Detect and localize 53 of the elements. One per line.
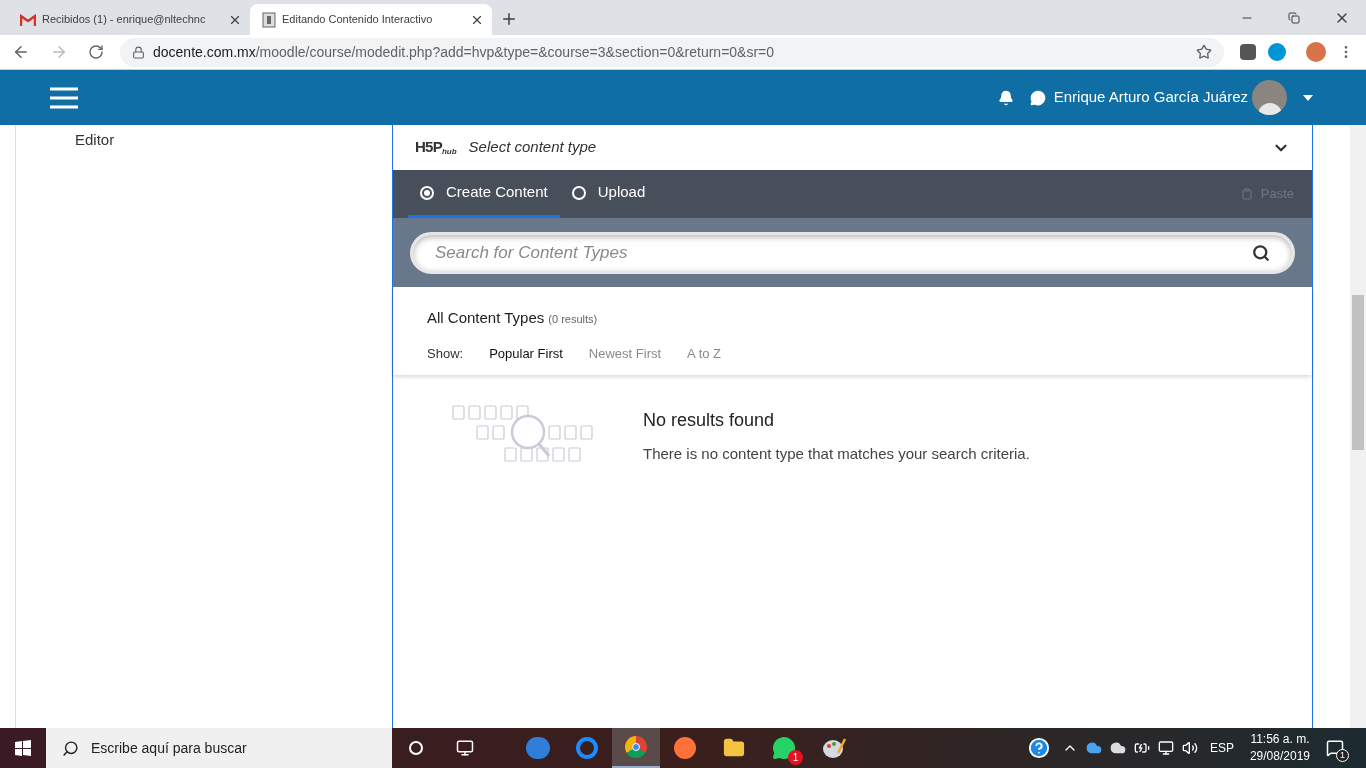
hub-tab[interactable]: Upload — [559, 170, 658, 218]
notification-badge: 1 — [788, 750, 803, 765]
windows-icon — [15, 740, 31, 756]
user-avatar[interactable] — [1252, 80, 1287, 115]
messages-icon[interactable] — [1029, 89, 1046, 106]
hub-title: Select content type — [468, 137, 597, 158]
user-name[interactable]: Enrique Arturo García Juárez — [1053, 86, 1248, 109]
cortana-icon[interactable] — [409, 741, 423, 755]
language-indicator[interactable]: ESP — [1209, 739, 1234, 757]
lock-icon — [132, 45, 145, 59]
empty-message: There is no content type that matches your search criteria. — [643, 444, 1030, 464]
page-icon — [262, 11, 276, 28]
notifications-icon[interactable] — [997, 89, 1014, 106]
new-tab-icon[interactable] — [500, 10, 518, 28]
show-label: Show: — [427, 344, 464, 363]
notification-badge: 1 — [1336, 749, 1349, 762]
restore-icon[interactable] — [1288, 11, 1300, 24]
taskbar-search-field[interactable]: Escribe aquí para buscar — [46, 728, 392, 768]
mail-icon — [20, 13, 36, 26]
caret-icon[interactable] — [1303, 94, 1313, 101]
sort-option[interactable]: Popular First — [489, 343, 563, 363]
sort-option[interactable]: A to Z — [687, 343, 722, 363]
help-icon[interactable] — [1027, 737, 1050, 759]
scrollbar[interactable] — [1350, 125, 1366, 728]
browser-tab[interactable]: Editando Contenido Interactivo — [250, 4, 492, 35]
results-count: (0 results) — [548, 312, 598, 327]
list-title: All Content Types — [427, 308, 545, 328]
url-path: /moodle/course/modedit.php?add=hvp&type=&course=3&section=0&return=0&sr=0 — [255, 42, 775, 62]
menu-icon[interactable] — [50, 86, 78, 109]
clock[interactable]: 11:56 a. m. 29/08/2019 — [1249, 731, 1310, 765]
url-domain: docente.com.mx — [153, 42, 256, 62]
folder-icon[interactable] — [723, 737, 745, 759]
paint-icon[interactable] — [822, 737, 846, 759]
search-icon[interactable] — [1252, 243, 1270, 262]
profile-avatar[interactable] — [1306, 42, 1326, 62]
battery-icon[interactable] — [1133, 740, 1150, 756]
chat-app-icon[interactable] — [772, 736, 796, 760]
reload-icon[interactable] — [88, 44, 104, 60]
volume-icon[interactable] — [1181, 740, 1198, 756]
clipboard-icon — [1240, 188, 1253, 200]
back-icon[interactable] — [12, 43, 30, 61]
search-icon — [62, 739, 79, 757]
bookmark-icon[interactable] — [1196, 44, 1212, 60]
empty-title: No results found — [643, 409, 776, 432]
search-bar[interactable]: Search for Content Types — [410, 231, 1295, 274]
cloud-icon[interactable] — [1085, 740, 1102, 756]
tab-title: Editando Contenido Interactivo — [282, 12, 434, 28]
action-center-icon[interactable] — [1326, 739, 1344, 757]
sidebar-item[interactable]: Editor — [75, 129, 392, 152]
tab-title: Recibidos (1) - enrique@nltechnc — [42, 12, 207, 28]
sort-option[interactable]: Newest First — [588, 343, 662, 363]
cloud-icon[interactable] — [1109, 740, 1126, 756]
address-field[interactable]: docente.com.mx/moodle/course/modedit.php?add=hvp&type=&course=3&section=0&return=0&sr=0 — [120, 37, 1224, 67]
